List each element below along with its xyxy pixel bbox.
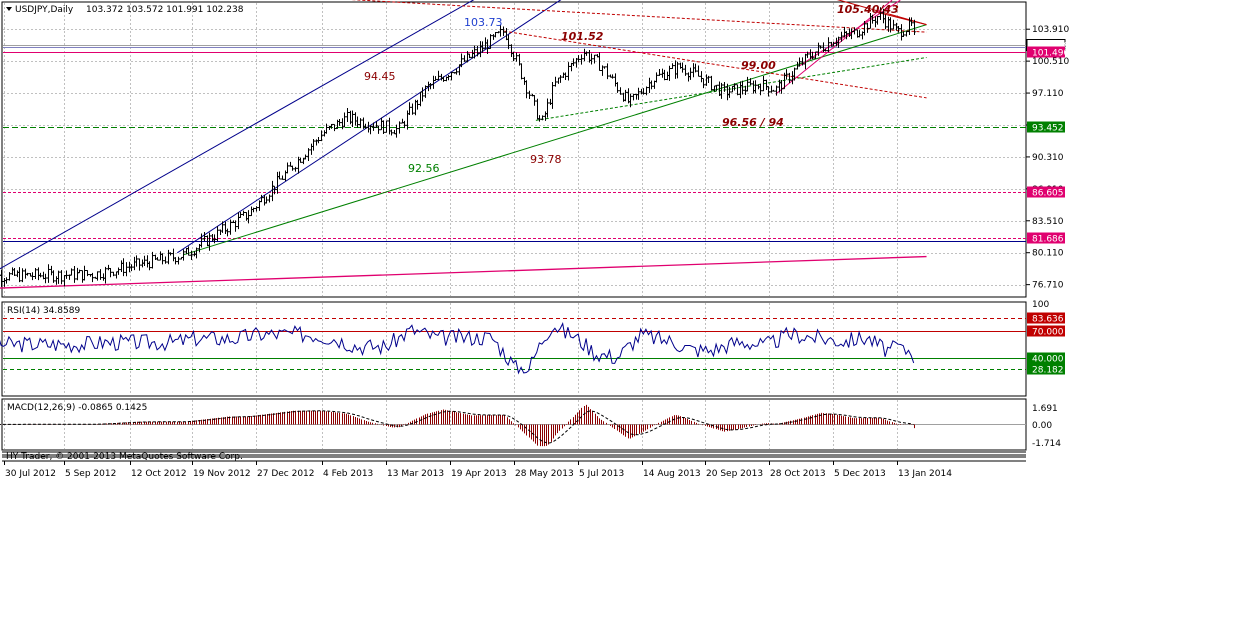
time-tick-label: 30 Jul 2012: [5, 469, 56, 479]
rsi-level-label: 28.182: [1032, 366, 1064, 376]
time-tick-label: 5 Dec 2013: [834, 469, 886, 479]
macd-pane[interactable]: MACD(12,26,9) -0.0865 0.1425: [0, 398, 1027, 451]
price-tick-label: 83.510: [1032, 217, 1064, 227]
price-tick-label: 90.310: [1032, 153, 1064, 163]
price-tag: 86.605: [1027, 186, 1065, 199]
price-tag: 81.686: [1027, 232, 1065, 245]
time-tick-label: 12 Oct 2012: [131, 469, 187, 479]
price-pane[interactable]: 103.73 101.52 105.40/43 94.45 99.00 96.56 / 9…: [0, 0, 1027, 298]
chart-header: USDJPY,Daily 103.372 103.572 101.991 102…: [6, 5, 244, 15]
copyright-label: HY Trader, © 2001-2013 MetaQuotes Softwa…: [6, 452, 243, 462]
time-tick-label: 28 Oct 2013: [770, 469, 826, 479]
price-tag: 101.490: [1027, 46, 1069, 59]
time-tick-label: 5 Sep 2012: [65, 469, 116, 479]
rsi-title: RSI(14) 34.8589: [7, 306, 80, 316]
macd-tick-label: -1.714: [1032, 439, 1061, 449]
rsi-level-label: 70.000: [1032, 328, 1064, 338]
time-tick-label: 4 Feb 2013: [323, 469, 373, 479]
price-annotation: 99.00: [741, 59, 776, 72]
time-tick-label: 13 Jan 2014: [898, 469, 952, 479]
rsi-level-tag: 28.182: [1027, 363, 1065, 376]
price-annotation: 105.40/43: [837, 3, 899, 16]
chart-root[interactable]: 103.73 101.52 105.40/43 94.45 99.00 96.56 / 9…: [0, 0, 1255, 630]
price-tick-label: 103.910: [1032, 25, 1069, 35]
ohlc-values: 103.372 103.572 101.991 102.238: [86, 5, 244, 15]
price-tick-label: 76.710: [1032, 281, 1064, 291]
rsi-pane[interactable]: RSI(14) 34.8589: [0, 301, 1027, 397]
macd-tick-label: 1.691: [1032, 404, 1058, 414]
rsi-level-tag: 40.000: [1027, 352, 1065, 365]
time-tick-label: 5 Jul 2013: [579, 469, 624, 479]
price-annotation: 94.45: [364, 70, 396, 83]
time-tick-label: 19 Apr 2013: [451, 469, 507, 479]
price-annotation: 93.78: [530, 153, 562, 166]
price-tag-label: 86.605: [1032, 189, 1064, 199]
price-tick-label: 100.510: [1032, 57, 1069, 67]
price-tag-label: 81.686: [1032, 235, 1064, 245]
price-tick-label: 97.110: [1032, 89, 1064, 99]
time-tick-label: 19 Nov 2012: [193, 469, 251, 479]
price-annotation: 103.73: [464, 16, 503, 29]
price-annotation: 92.56: [408, 162, 440, 175]
time-tick-label: 14 Aug 2013: [643, 469, 701, 479]
time-tick-label: 13 Mar 2013: [387, 469, 444, 479]
rsi-level-tag: 70.000: [1027, 325, 1065, 338]
price-annotation: 96.56 / 94: [722, 116, 784, 129]
rsi-level-label: 40.000: [1032, 355, 1064, 365]
time-tick-label: 20 Sep 2013: [706, 469, 763, 479]
rsi-level-label: 83.636: [1032, 315, 1064, 325]
price-tick-label: 80.110: [1032, 249, 1064, 259]
price-tag: 93.452: [1027, 121, 1065, 134]
macd-tick-label: 0.00: [1032, 421, 1052, 431]
macd-title: MACD(12,26,9) -0.0865 0.1425: [7, 403, 147, 413]
rsi-level-tag: 83.636: [1027, 312, 1065, 325]
price-tag-label: 101.490: [1032, 49, 1069, 59]
time-tick-label: 27 Dec 2012: [257, 469, 315, 479]
price-axis: 103.910100.51097.11093.71090.31086.91083…: [1026, 25, 1069, 291]
symbol-title: USDJPY,Daily: [15, 5, 74, 15]
price-annotation: 101.52: [561, 30, 604, 43]
price-tag-label: 93.452: [1032, 124, 1064, 134]
time-tick-label: 28 May 2013: [515, 469, 574, 479]
rsi-tick-label: 100: [1032, 300, 1049, 310]
